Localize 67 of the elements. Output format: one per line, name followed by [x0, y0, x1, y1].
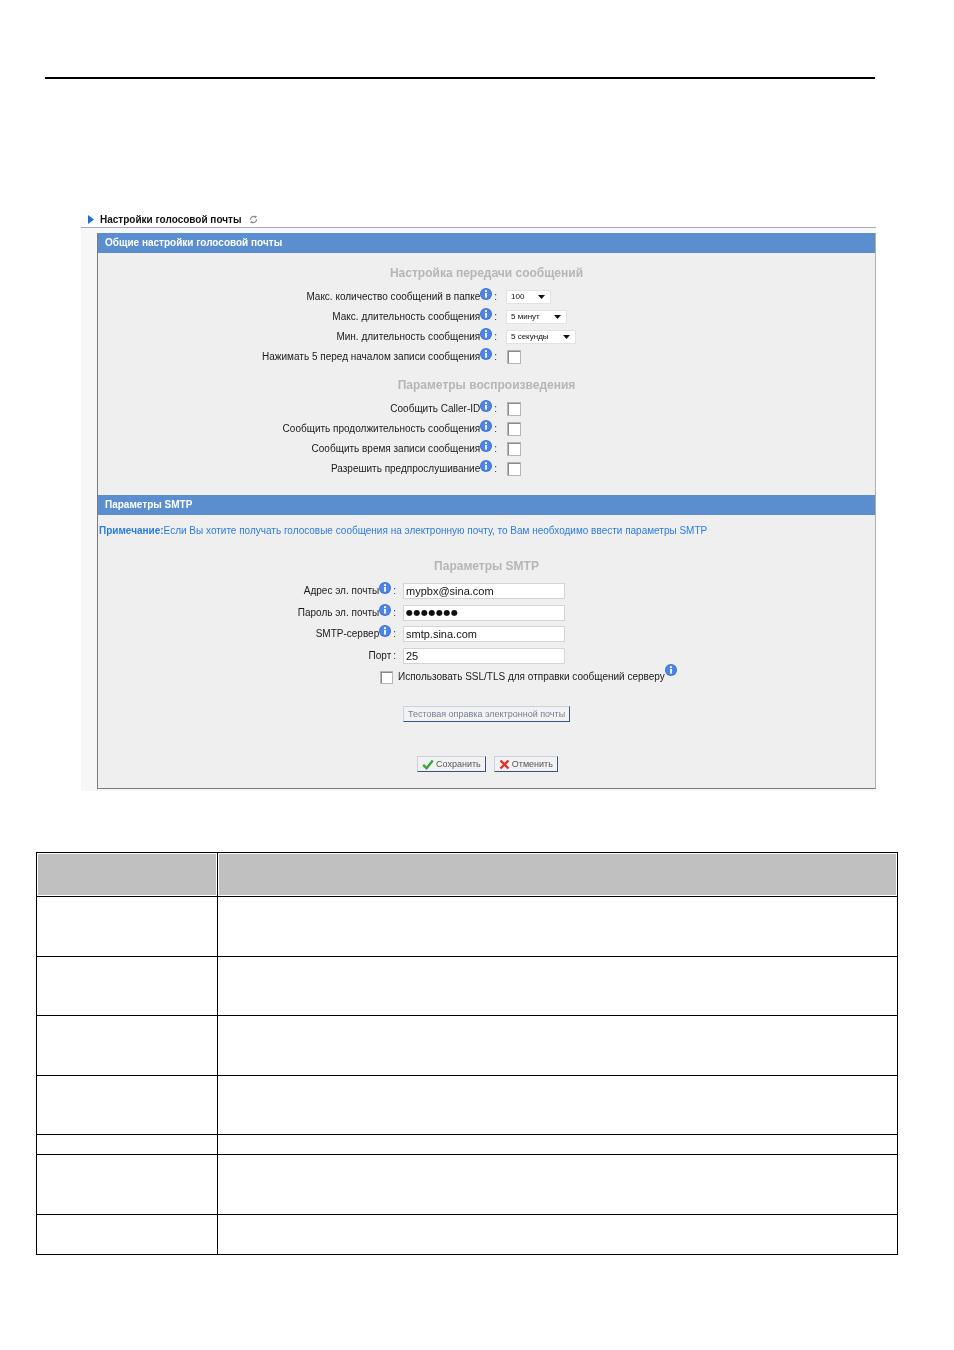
info-icon[interactable]	[379, 603, 392, 616]
field-label: Порт	[368, 649, 392, 662]
field-label: Макс. длительность сообщения	[332, 311, 481, 323]
label-colon: :	[494, 311, 497, 323]
checkbox[interactable]	[380, 670, 393, 684]
caret-icon	[562, 335, 570, 339]
password-field[interactable]: ●●●●●●●	[403, 604, 565, 621]
info-icon[interactable]	[480, 420, 493, 432]
triangle-icon	[88, 215, 94, 224]
label-colon: :	[393, 628, 396, 641]
caret-icon	[553, 315, 561, 319]
field-label: SMTP-сервер	[315, 628, 380, 641]
field-label: Нажимать 5 перед началом записи сообщения	[262, 351, 481, 363]
cancel-button[interactable]: Отменить	[493, 756, 558, 772]
page-title: Настройки голосовой почты	[100, 213, 242, 226]
section-heading: Параметры воспроизведения	[396, 377, 577, 393]
info-icon[interactable]	[480, 348, 493, 360]
label-colon: :	[494, 443, 497, 455]
field-label: Макс. количество сообщений в папке	[306, 291, 481, 303]
info-icon[interactable]	[480, 440, 493, 452]
checkbox-label: Использовать SSL/TLS для отправки сообщений серверу	[398, 671, 665, 683]
label-colon: :	[494, 403, 497, 415]
info-icon[interactable]	[480, 460, 493, 472]
label-colon: :	[494, 463, 497, 475]
checkbox[interactable]	[507, 442, 521, 456]
note-text: Примечание:Если Вы хотите получать голосовые сообщения на электронную почту, то Вам необходимо ввести параметры SMTP	[98, 525, 709, 537]
field-label: Адрес эл. почты	[303, 585, 380, 598]
field-label: Сообщить продолжительность сообщения	[282, 423, 481, 435]
section-heading: Настройка передачи сообщений	[388, 265, 585, 281]
save-button[interactable]: Сохранить	[417, 756, 486, 772]
cross-icon	[498, 758, 510, 770]
caret-icon	[538, 295, 546, 299]
label-colon: :	[494, 351, 497, 363]
info-icon[interactable]	[480, 308, 493, 320]
panel-header: Параметры SMTP	[98, 495, 875, 515]
field-label: Мин. длительность сообщения	[336, 331, 481, 343]
info-icon[interactable]	[379, 625, 392, 638]
info-icon[interactable]	[379, 582, 392, 595]
text-field[interactable]: mypbx@sina.com	[403, 583, 565, 600]
info-icon[interactable]	[664, 663, 677, 676]
label-colon: :	[393, 585, 396, 598]
info-icon[interactable]	[480, 328, 493, 340]
test-email-button[interactable]: Тестовая оправка электронной почты	[403, 706, 571, 722]
panel-header: Общие настройки голосовой почты	[98, 233, 875, 253]
label-colon: :	[494, 291, 497, 303]
label-colon: :	[494, 423, 497, 435]
text-field[interactable]: smtp.sina.com	[403, 626, 565, 643]
label-colon: :	[494, 331, 497, 343]
dropdown[interactable]: 5 минут	[506, 310, 567, 324]
dropdown[interactable]: 100	[506, 290, 552, 304]
field-label: Разрешить предпрослушивание	[330, 463, 481, 475]
checkbox[interactable]	[507, 350, 521, 364]
checkbox[interactable]	[507, 462, 521, 476]
info-icon[interactable]	[480, 400, 493, 412]
field-label: Сообщить Caller-ID	[390, 403, 481, 415]
checkbox[interactable]	[507, 402, 521, 416]
section-heading: Параметры SMTP	[433, 558, 540, 574]
dropdown[interactable]: 5 секунды	[506, 330, 576, 344]
field-label: Пароль эл. почты	[297, 606, 380, 619]
refresh-icon[interactable]	[248, 215, 258, 224]
label-colon: :	[393, 649, 396, 662]
label-colon: :	[393, 606, 396, 619]
text-field[interactable]: 25	[403, 647, 565, 664]
info-icon[interactable]	[480, 288, 493, 300]
checkbox[interactable]	[507, 422, 521, 436]
check-icon	[422, 758, 435, 770]
field-label: Сообщить время записи сообщения	[311, 443, 481, 455]
